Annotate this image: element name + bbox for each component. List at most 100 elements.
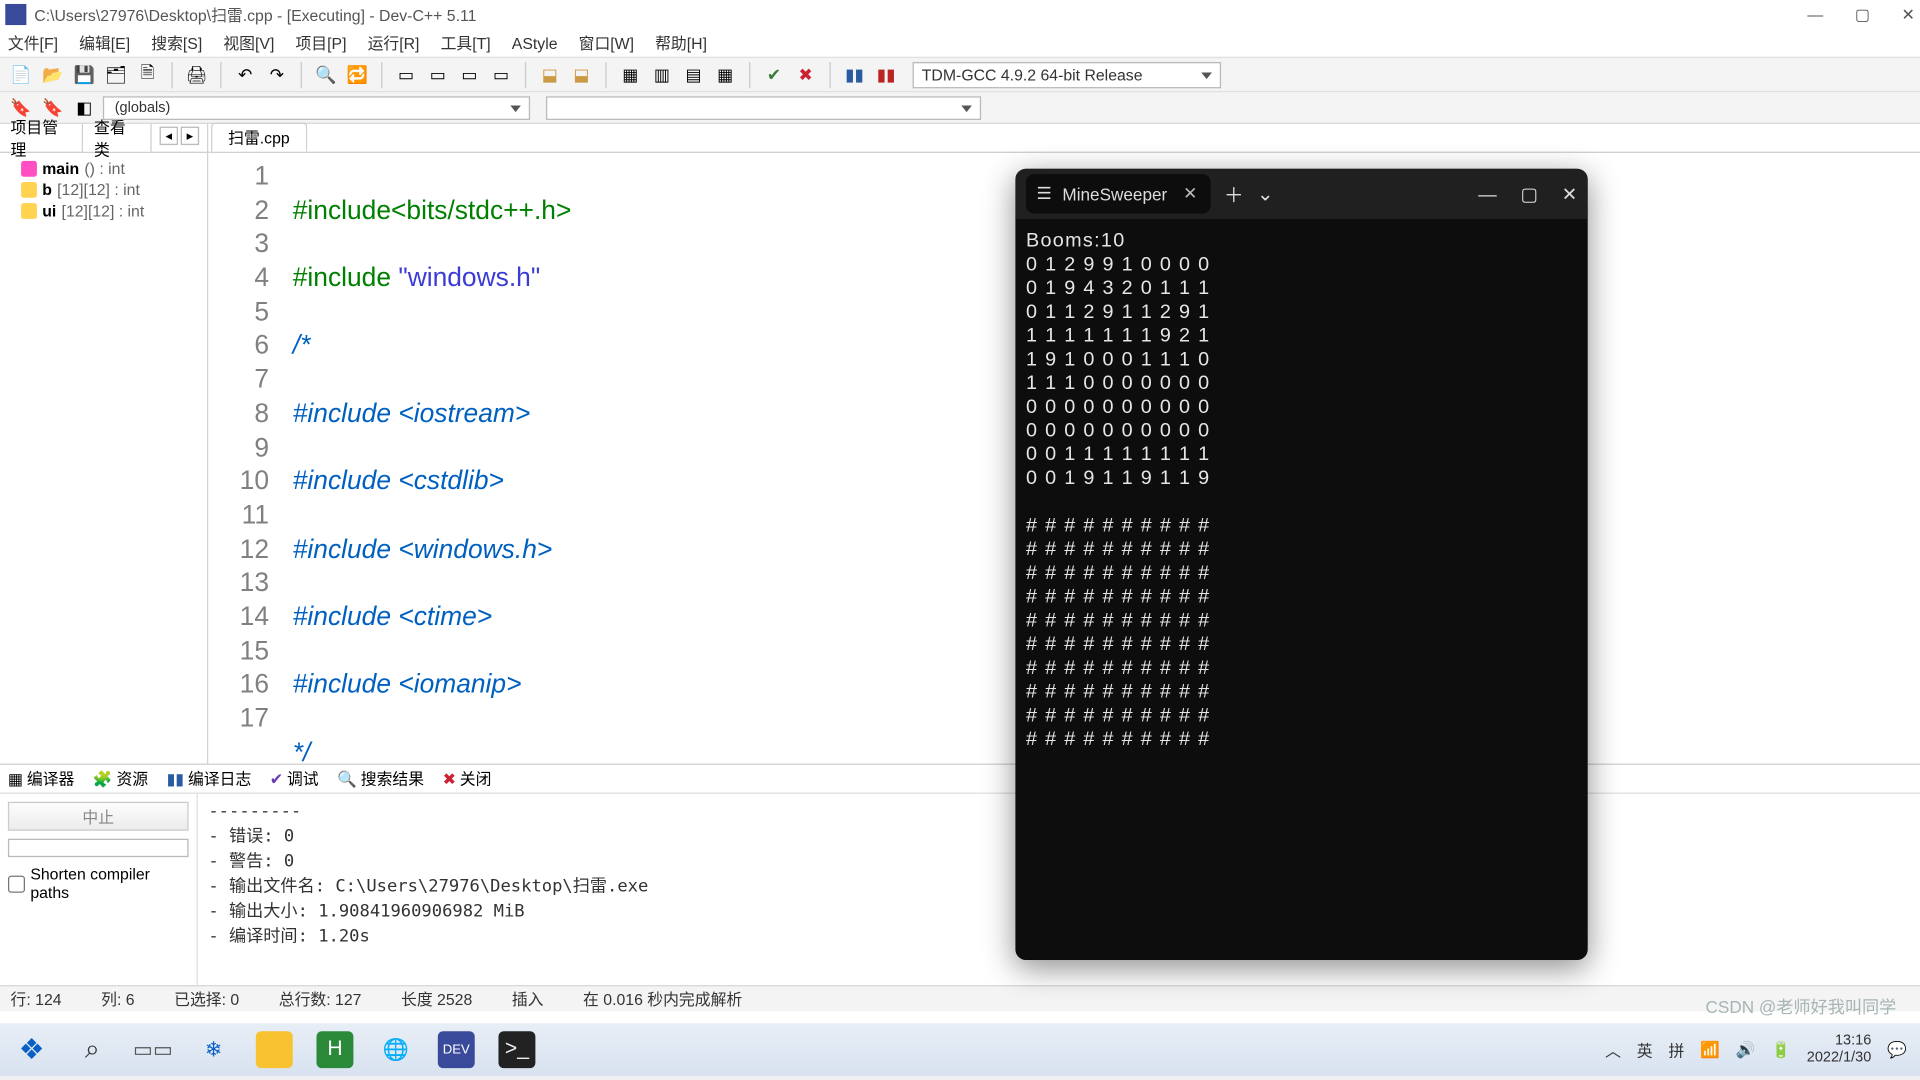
tab-project[interactable]: 项目管理 xyxy=(0,124,83,152)
find-icon[interactable]: 🔍 xyxy=(313,61,339,87)
ime-lang2[interactable]: 拼 xyxy=(1668,1038,1684,1060)
save-all-icon[interactable]: 🗂 xyxy=(103,61,129,87)
terminal-icon[interactable]: >_ xyxy=(498,1031,535,1068)
console-maximize-button[interactable]: ▢ xyxy=(1521,183,1538,205)
console-tab-dropdown-icon[interactable]: ⌄ xyxy=(1257,182,1274,206)
new-file-icon[interactable]: 📄 xyxy=(8,61,34,87)
console-tab[interactable]: ☰ MineSweeper ✕ xyxy=(1026,174,1211,214)
tab-compile-log[interactable]: ▮▮编译日志 xyxy=(167,767,252,789)
compile-icon[interactable]: ▭ xyxy=(393,61,419,87)
start-icon[interactable]: ❖ xyxy=(13,1031,50,1068)
console-window[interactable]: ☰ MineSweeper ✕ ＋ ⌄ — ▢ ✕ Booms:10 0 1 2… xyxy=(1015,169,1587,960)
window-titlebar: C:\Users\27976\Desktop\扫雷.cpp - [Executi… xyxy=(0,0,1920,29)
search-icon[interactable]: ⌕ xyxy=(74,1031,111,1068)
explorer-icon[interactable] xyxy=(256,1031,293,1068)
rebuild-icon[interactable]: ▭ xyxy=(488,61,514,87)
debug-icon[interactable]: ⬓ xyxy=(537,61,563,87)
scope-select[interactable]: (globals) xyxy=(103,96,530,120)
tab-classview[interactable]: 查看类 xyxy=(83,124,151,152)
progress-bar xyxy=(8,839,189,857)
console-tab-title: MineSweeper xyxy=(1062,184,1167,204)
console-titlebar[interactable]: ☰ MineSweeper ✕ ＋ ⌄ — ▢ ✕ xyxy=(1015,169,1587,219)
compiler-select[interactable]: TDM-GCC 4.9.2 64-bit Release xyxy=(913,61,1222,87)
compile-run-icon[interactable]: ▭ xyxy=(456,61,482,87)
stop-debug-icon[interactable]: ⬓ xyxy=(568,61,594,87)
symbol-select[interactable] xyxy=(546,96,981,120)
tab-close[interactable]: ✖关闭 xyxy=(443,767,492,789)
chrome-icon[interactable]: 🌐 xyxy=(377,1031,414,1068)
grid3-icon[interactable]: ▤ xyxy=(680,61,706,87)
line-gutter: 123 456 789 101112 131415 1617 xyxy=(208,153,282,764)
status-len: 长度 2528 xyxy=(401,988,472,1010)
function-icon xyxy=(21,161,37,177)
save-icon[interactable]: 💾 xyxy=(71,61,97,87)
windows-taskbar: ❖ ⌕ ▭▭ ❄ H 🌐 DEV >_ ︿ 英 拼 📶 🔊 🔋 13:16 20… xyxy=(0,1023,1920,1076)
chart1-icon[interactable]: ▮▮ xyxy=(841,61,867,87)
status-total: 总行数: 127 xyxy=(279,988,362,1010)
tab-debug[interactable]: ✔调试 xyxy=(270,767,319,789)
volume-icon[interactable]: 🔊 xyxy=(1736,1040,1756,1058)
status-sel: 已选择: 0 xyxy=(174,988,239,1010)
nav-prev-icon[interactable]: ◂ xyxy=(160,127,178,145)
wifi-icon[interactable]: 📶 xyxy=(1700,1040,1720,1058)
app-icon xyxy=(5,4,26,25)
menu-help[interactable]: 帮助[H] xyxy=(655,32,707,54)
open-file-icon[interactable]: 📂 xyxy=(40,61,66,87)
console-new-tab-icon[interactable]: ＋ xyxy=(1224,180,1244,208)
minimize-button[interactable]: — xyxy=(1807,5,1823,23)
file-tab[interactable]: 扫雷.cpp xyxy=(211,123,307,152)
menu-tools[interactable]: 工具[T] xyxy=(441,32,491,54)
tab-resources[interactable]: 🧩资源 xyxy=(93,767,148,789)
cancel-icon[interactable]: ✖ xyxy=(793,61,819,87)
console-minimize-button[interactable]: — xyxy=(1478,183,1496,205)
chart2-icon[interactable]: ▮▮ xyxy=(873,61,899,87)
battery-icon[interactable]: 🔋 xyxy=(1771,1040,1791,1058)
bottom-panel: ▦编译器 🧩资源 ▮▮编译日志 ✔调试 🔍搜索结果 ✖关闭 中止 Shorten… xyxy=(0,764,1920,986)
menubar: 文件[F] 编辑[E] 搜索[S] 视图[V] 项目[P] 运行[R] 工具[T… xyxy=(0,29,1920,58)
run-icon[interactable]: ▭ xyxy=(425,61,451,87)
menu-search[interactable]: 搜索[S] xyxy=(151,32,202,54)
menu-project[interactable]: 项目[P] xyxy=(295,32,346,54)
taskview-icon[interactable]: ▭▭ xyxy=(135,1031,172,1068)
redo-icon[interactable]: ↷ xyxy=(264,61,290,87)
menu-run[interactable]: 运行[R] xyxy=(368,32,420,54)
close-button[interactable]: ✕ xyxy=(1901,5,1914,23)
tray-chevron-icon[interactable]: ︿ xyxy=(1605,1038,1621,1060)
snowflake-icon[interactable]: ❄ xyxy=(195,1031,232,1068)
app-green-icon[interactable]: H xyxy=(316,1031,353,1068)
ime-lang1[interactable]: 英 xyxy=(1637,1038,1653,1060)
console-tab-close-icon[interactable]: ✕ xyxy=(1183,183,1197,204)
clock[interactable]: 13:16 2022/1/30 xyxy=(1807,1033,1872,1067)
menu-file[interactable]: 文件[F] xyxy=(8,32,58,54)
console-output: Booms:10 0 1 2 9 9 1 0 0 0 0 0 1 9 4 3 2… xyxy=(1015,219,1587,960)
shorten-paths-checkbox[interactable]: Shorten compiler paths xyxy=(8,865,189,902)
undo-icon[interactable]: ↶ xyxy=(232,61,258,87)
statusbar: 行: 124 列: 6 已选择: 0 总行数: 127 长度 2528 插入 在… xyxy=(0,985,1920,1011)
menu-view[interactable]: 视图[V] xyxy=(223,32,274,54)
maximize-button[interactable]: ▢ xyxy=(1855,5,1870,23)
tree-item-main[interactable]: main() : int xyxy=(21,158,199,179)
menu-edit[interactable]: 编辑[E] xyxy=(79,32,130,54)
variable-icon xyxy=(21,182,37,198)
grid2-icon[interactable]: ▥ xyxy=(649,61,675,87)
grid4-icon[interactable]: ▦ xyxy=(712,61,738,87)
tab-search-results[interactable]: 🔍搜索结果 xyxy=(337,767,424,789)
print-icon[interactable]: 🖨 xyxy=(183,61,209,87)
devcpp-icon[interactable]: DEV xyxy=(438,1031,475,1068)
tree-item-b[interactable]: b[12][12] : int xyxy=(21,179,199,200)
grid1-icon[interactable]: ▦ xyxy=(617,61,643,87)
console-close-button[interactable]: ✕ xyxy=(1562,183,1577,205)
menu-astyle[interactable]: AStyle xyxy=(512,34,558,52)
replace-icon[interactable]: 🔁 xyxy=(344,61,370,87)
tab-compiler[interactable]: ▦编译器 xyxy=(8,767,74,789)
status-ins: 插入 xyxy=(512,988,544,1010)
notifications-icon[interactable]: 💬 xyxy=(1887,1040,1907,1058)
tree-item-ui[interactable]: ui[12][12] : int xyxy=(21,200,199,221)
check-icon[interactable]: ✔ xyxy=(761,61,787,87)
abort-button[interactable]: 中止 xyxy=(8,802,189,831)
close-file-icon[interactable]: 🗎 xyxy=(135,61,161,87)
secondary-toolbar: 🔖 🔖 ◧ (globals) xyxy=(0,92,1920,124)
nav-next-icon[interactable]: ▸ xyxy=(181,127,199,145)
window-title: C:\Users\27976\Desktop\扫雷.cpp - [Executi… xyxy=(34,3,476,25)
menu-window[interactable]: 窗口[W] xyxy=(579,32,634,54)
